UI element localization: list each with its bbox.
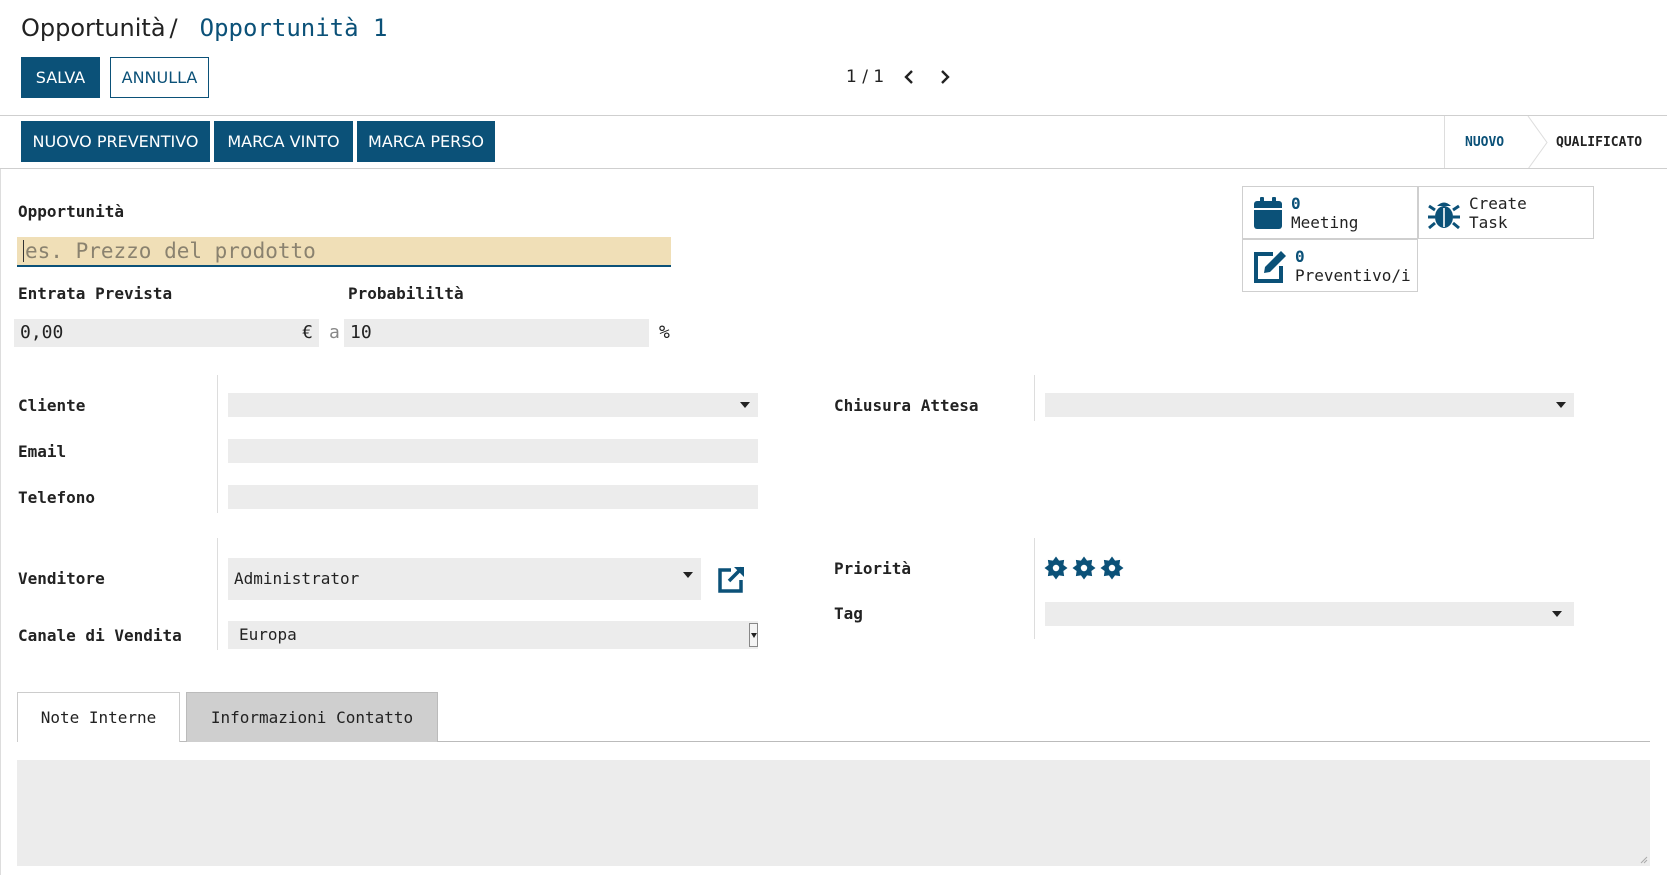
stage-arrow-icon: [1527, 116, 1548, 169]
percent-symbol: %: [659, 322, 670, 343]
group-separator: [1034, 375, 1035, 421]
tags-input[interactable]: [1045, 602, 1574, 626]
expected-revenue-label: Entrata Prevista: [18, 284, 173, 303]
meeting-label: Meeting: [1291, 212, 1359, 232]
resize-handle-icon[interactable]: [1638, 854, 1648, 864]
priority-star-icon[interactable]: [1072, 556, 1096, 580]
mark-won-button[interactable]: MARCA VINTO: [214, 121, 353, 162]
chevron-down-icon: [751, 633, 757, 638]
sheet-left-border: [0, 169, 1, 875]
mark-lost-button[interactable]: MARCA PERSO: [357, 121, 495, 162]
quotations-smart-button[interactable]: 0 Preventivo/i: [1242, 239, 1418, 292]
chevron-down-icon: [740, 402, 750, 408]
breadcrumb: Opportunità / Opportunità 1: [21, 14, 387, 42]
currency-symbol: €: [302, 322, 313, 343]
customer-select[interactable]: [228, 393, 758, 417]
stage-new[interactable]: NUOVO: [1465, 116, 1504, 169]
phone-label: Telefono: [18, 488, 96, 507]
pager-next-icon[interactable]: [934, 66, 956, 88]
header-divider: [0, 168, 1667, 169]
sales-channel-value: Europa: [239, 625, 297, 644]
chevron-down-icon: [683, 572, 693, 578]
salesperson-select[interactable]: Administrator: [228, 558, 701, 600]
quotations-label: Preventivo/i: [1295, 265, 1411, 285]
quotations-count: 0: [1295, 246, 1305, 266]
phone-input[interactable]: [228, 485, 758, 509]
salesperson-label: Venditore: [18, 569, 105, 588]
group-separator: [1034, 538, 1035, 639]
tab-internal-notes[interactable]: Note Interne: [17, 692, 180, 742]
salesperson-value: Administrator: [234, 569, 360, 588]
stage-statusbar: NUOVO QUALIFICATO: [1444, 116, 1667, 169]
group-separator: [217, 538, 218, 650]
opportunity-name-label: Opportunità: [18, 202, 124, 221]
chevron-down-icon: [1556, 402, 1566, 408]
expected-revenue-input[interactable]: 0,00 €: [14, 319, 319, 347]
customer-label: Cliente: [18, 396, 86, 415]
text-cursor: [23, 240, 24, 262]
calendar-icon: [1253, 196, 1283, 230]
priority-label: Priorità: [834, 559, 912, 578]
breadcrumb-root-link[interactable]: Opportunità: [21, 14, 166, 42]
tag-label: Tag: [834, 604, 863, 623]
sales-channel-select[interactable]: Europa: [228, 621, 758, 649]
pager: 1 / 1: [846, 66, 956, 88]
new-quotation-button[interactable]: NUOVO PREVENTIVO: [21, 121, 210, 162]
probability-label: Probabililtà: [348, 284, 464, 303]
select-handle: [749, 623, 758, 647]
breadcrumb-current: Opportunità 1: [199, 14, 388, 42]
priority-star-icon[interactable]: [1044, 556, 1068, 580]
opportunity-name-placeholder: es. Prezzo del prodotto: [25, 239, 316, 263]
pager-previous-icon[interactable]: [898, 66, 920, 88]
quotations-button-text: 0 Preventivo/i: [1295, 247, 1411, 285]
breadcrumb-separator: /: [169, 14, 178, 42]
bug-icon: [1427, 196, 1461, 230]
meeting-count: 0: [1291, 193, 1301, 213]
at-label: a: [329, 322, 340, 343]
email-input[interactable]: [228, 439, 758, 463]
discard-button[interactable]: ANNULLA: [110, 57, 209, 98]
edit-icon: [1251, 249, 1289, 283]
expected-closing-label: Chiusura Attesa: [834, 396, 979, 415]
external-link-icon[interactable]: [715, 563, 747, 595]
priority-star-icon[interactable]: [1100, 556, 1124, 580]
tab-contact-information[interactable]: Informazioni Contatto: [186, 692, 438, 742]
create-task-button-text: Create Task: [1469, 194, 1527, 232]
pager-value[interactable]: 1 / 1: [846, 67, 884, 87]
internal-notes-textarea[interactable]: [17, 760, 1650, 866]
create-task-label-1: Create: [1469, 193, 1527, 213]
email-label: Email: [18, 442, 67, 461]
meeting-button-text: 0 Meeting: [1291, 194, 1358, 232]
meeting-smart-button[interactable]: 0 Meeting: [1242, 186, 1418, 239]
opportunity-name-input[interactable]: es. Prezzo del prodotto: [17, 237, 671, 267]
create-task-label-2: Task: [1469, 212, 1508, 232]
save-button[interactable]: SALVA: [21, 57, 100, 98]
control-panel-divider: [0, 115, 1667, 116]
group-separator: [217, 375, 218, 513]
priority-widget: [1044, 556, 1134, 582]
expected-revenue-value: 0,00: [20, 322, 64, 343]
stage-qualified[interactable]: QUALIFICATO: [1556, 116, 1642, 169]
sales-channel-label: Canale di Vendita: [18, 626, 182, 645]
probability-input[interactable]: 10: [344, 319, 649, 347]
probability-value: 10: [350, 322, 372, 343]
create-task-smart-button[interactable]: Create Task: [1418, 186, 1594, 239]
chevron-down-icon: [1552, 611, 1562, 617]
expected-closing-date-input[interactable]: [1045, 393, 1574, 417]
